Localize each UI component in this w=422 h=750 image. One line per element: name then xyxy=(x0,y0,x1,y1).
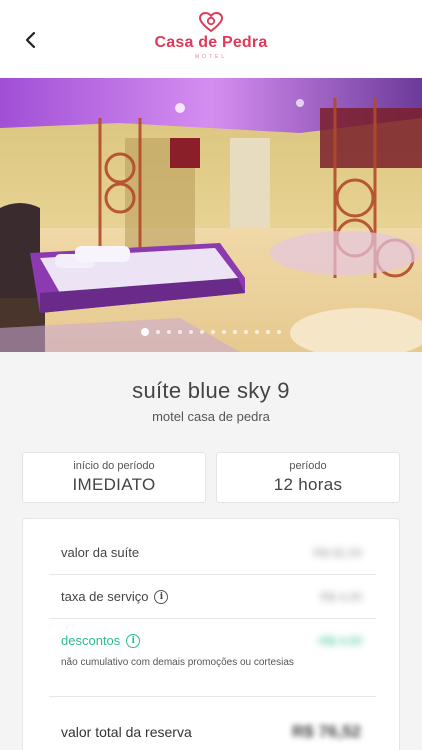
service-fee-label-group: taxa de serviço i xyxy=(61,589,169,604)
info-icon[interactable]: i xyxy=(154,589,169,604)
gallery-dot[interactable] xyxy=(200,330,204,334)
info-icon[interactable]: i xyxy=(126,633,141,648)
gallery-pagination[interactable] xyxy=(0,328,422,336)
discount-label: descontos xyxy=(61,633,121,648)
motel-name: motel casa de pedra xyxy=(152,409,270,424)
discount-row: descontos i -R$ 4,00 não cumulativo com … xyxy=(49,619,376,697)
suite-photo-gallery[interactable] xyxy=(0,78,422,352)
gallery-dot[interactable] xyxy=(211,330,215,334)
gallery-dot[interactable] xyxy=(255,330,259,334)
period-start-box[interactable]: início do período IMEDIATO xyxy=(22,452,206,503)
gallery-dot[interactable] xyxy=(167,330,171,334)
logo-subtitle: MOTEL xyxy=(194,54,228,60)
discount-note: não cumulativo com demais promoções ou c… xyxy=(61,657,294,668)
gallery-dot[interactable] xyxy=(141,328,149,336)
discount-amount: -R$ 4,00 xyxy=(315,634,362,648)
gallery-dot[interactable] xyxy=(189,330,193,334)
logo-heart-icon xyxy=(199,12,223,32)
brand-logo: Casa de Pedra MOTEL xyxy=(0,12,422,60)
suite-photo xyxy=(0,78,422,352)
logo-title: Casa de Pedra xyxy=(154,34,268,51)
price-summary-card: valor da suíte R$ 82,00 taxa de serviço … xyxy=(22,518,400,750)
total-amount: R$ 76,52 xyxy=(292,722,361,741)
period-duration-label: período xyxy=(289,460,327,472)
service-fee-label: taxa de serviço xyxy=(61,589,149,604)
gallery-dot[interactable] xyxy=(266,330,270,334)
total-label: valor total da reserva xyxy=(61,724,192,740)
app-header: Casa de Pedra MOTEL xyxy=(0,0,422,78)
suite-value-amount: R$ 82,00 xyxy=(313,546,362,560)
discount-label-group: descontos i xyxy=(61,633,141,648)
gallery-dot[interactable] xyxy=(178,330,182,334)
gallery-dot[interactable] xyxy=(222,330,226,334)
gallery-dot[interactable] xyxy=(244,330,248,334)
service-fee-row: taxa de serviço i R$ 4,00 xyxy=(49,575,376,619)
service-fee-amount: R$ 4,00 xyxy=(319,590,362,604)
gallery-dot[interactable] xyxy=(277,330,281,334)
gallery-dot[interactable] xyxy=(233,330,237,334)
gallery-dot[interactable] xyxy=(156,330,160,334)
period-duration-value: 12 horas xyxy=(273,475,343,494)
period-start-value: IMEDIATO xyxy=(72,475,156,494)
suite-value-row: valor da suíte R$ 82,00 xyxy=(49,531,376,575)
suite-name: suíte blue sky 9 xyxy=(132,378,290,403)
period-start-label: início do período xyxy=(73,460,155,472)
period-duration-box[interactable]: período 12 horas xyxy=(216,452,400,503)
suite-value-label: valor da suíte xyxy=(61,545,140,560)
